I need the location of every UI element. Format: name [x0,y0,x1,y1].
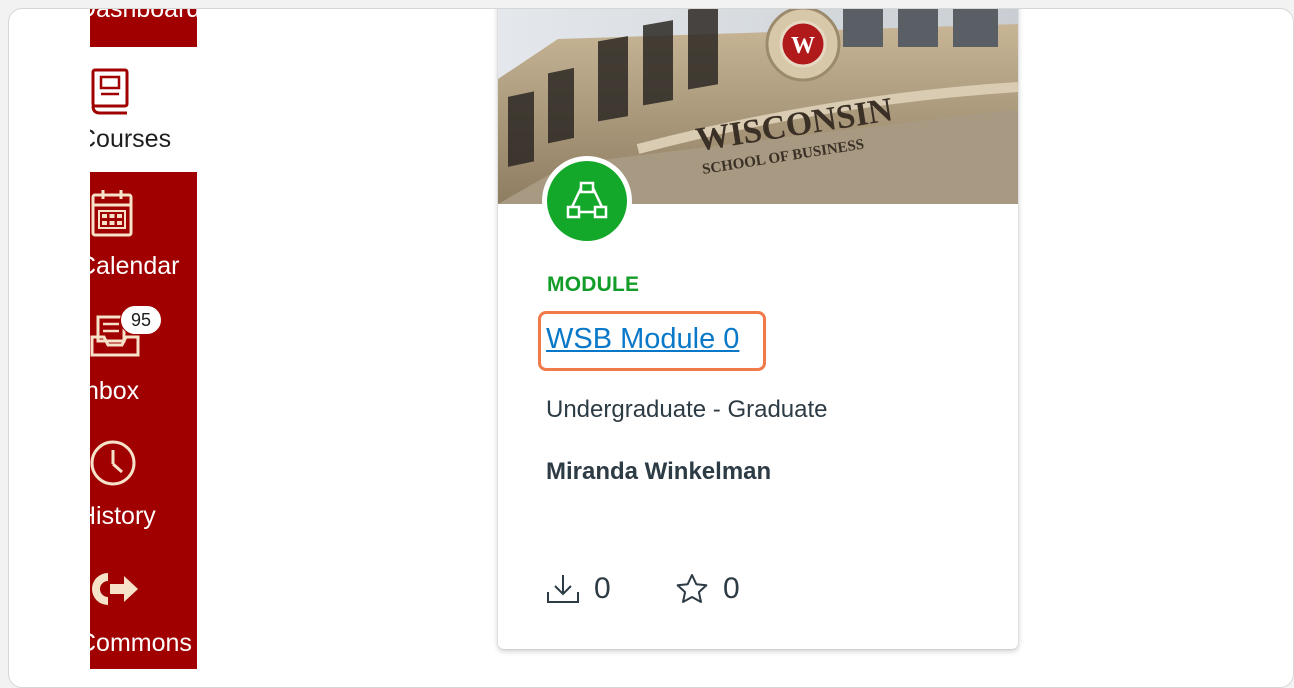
download-icon [547,575,579,603]
nav-item-history[interactable]: History [90,422,197,547]
nav-item-label: Commons [90,629,192,657]
favorites-count: 0 [723,572,740,605]
author-name: Miranda Winkelman [546,458,772,485]
star-icon[interactable] [675,573,709,605]
app-window: Dashboard Courses Calendar [8,8,1294,688]
nav-item-label: History [90,502,156,530]
nav-item-commons[interactable]: Commons [90,547,197,669]
nav-item-label: Dashboard [90,9,197,23]
global-nav: Dashboard Courses Calendar [90,9,197,669]
clock-icon [90,440,136,486]
grade-level-text: Undergraduate - Graduate [546,396,828,423]
svg-text:W: W [791,33,815,59]
resource-title-link[interactable]: WSB Module 0 [546,323,739,356]
inbox-unread-badge: 95 [120,305,162,335]
commons-icon [92,573,138,605]
nav-item-calendar[interactable]: Calendar [90,172,197,297]
downloads-stat: 0 [546,572,611,606]
favorites-stat[interactable]: 0 [675,572,740,606]
nav-item-courses[interactable]: Courses [90,47,197,172]
nav-item-label: Inbox [90,377,140,405]
nav-item-label: Calendar [90,252,180,280]
nav-item-label: Courses [90,125,172,153]
courses-icon [91,68,129,115]
module-icon [566,181,608,219]
calendar-icon [91,190,133,237]
resource-type-label: MODULE [547,273,640,296]
resource-card[interactable]: W WISCONSIN SCHOOL OF BUSINESS MODULE WS… [498,9,1018,649]
downloads-count: 0 [594,572,611,605]
nav-item-dashboard[interactable]: Dashboard [90,9,197,47]
module-type-badge [542,156,632,246]
